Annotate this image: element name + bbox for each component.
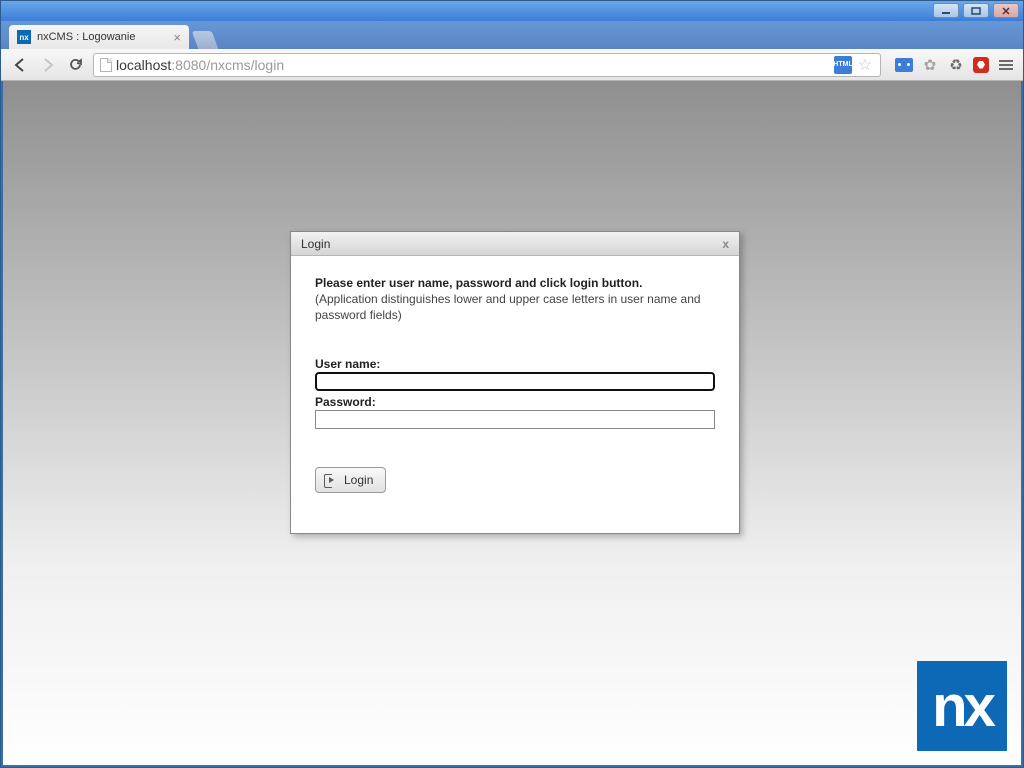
browser-tab[interactable]: nx nxCMS : Logowanie ×	[9, 25, 189, 49]
password-input[interactable]	[315, 410, 715, 429]
dialog-titlebar: Login x	[291, 232, 739, 256]
tab-close-button[interactable]: ×	[173, 30, 181, 45]
tab-favicon-icon: nx	[17, 30, 31, 44]
extension-controller-icon[interactable]	[895, 58, 913, 72]
dialog-title: Login	[301, 237, 330, 251]
password-label: Password:	[315, 395, 715, 409]
new-tab-button[interactable]	[192, 31, 219, 49]
html-badge-icon[interactable]: HTML	[834, 56, 852, 74]
login-button[interactable]: Login	[315, 467, 386, 493]
extension-adblock-icon[interactable]	[973, 57, 989, 73]
window-maximize-button[interactable]	[963, 3, 989, 18]
login-icon	[324, 473, 338, 487]
window-titlebar	[1, 1, 1023, 21]
url-text: localhost:8080/nxcms/login	[116, 57, 830, 73]
dialog-close-button[interactable]: x	[722, 237, 729, 251]
reload-button[interactable]	[65, 54, 87, 76]
username-input[interactable]	[315, 372, 715, 391]
extension-puzzle-icon[interactable]: ✿	[921, 56, 939, 74]
page-viewport: Login x Please enter user name, password…	[3, 81, 1021, 765]
tab-title: nxCMS : Logowanie	[37, 31, 135, 43]
tab-strip: nx nxCMS : Logowanie ×	[1, 21, 1023, 49]
bookmark-star-icon[interactable]: ☆	[856, 56, 874, 74]
window-close-button[interactable]	[993, 3, 1019, 18]
username-label: User name:	[315, 357, 715, 371]
address-bar[interactable]: localhost:8080/nxcms/login HTML ☆	[93, 53, 881, 77]
login-instruction-note: (Application distinguishes lower and upp…	[315, 292, 715, 323]
login-instruction: Please enter user name, password and cli…	[315, 276, 715, 290]
browser-window: nx nxCMS : Logowanie × localhost:8080/nx…	[0, 0, 1024, 768]
back-button[interactable]	[9, 54, 31, 76]
login-button-label: Login	[344, 473, 373, 487]
window-minimize-button[interactable]	[933, 3, 959, 18]
page-icon	[100, 58, 112, 72]
browser-toolbar: localhost:8080/nxcms/login HTML ☆ ✿ ♻	[1, 49, 1023, 81]
extension-recycle-icon[interactable]: ♻	[947, 56, 965, 74]
nx-logo: nx	[917, 661, 1007, 751]
browser-menu-button[interactable]	[997, 56, 1015, 74]
forward-button[interactable]	[37, 54, 59, 76]
login-dialog: Login x Please enter user name, password…	[290, 231, 740, 534]
